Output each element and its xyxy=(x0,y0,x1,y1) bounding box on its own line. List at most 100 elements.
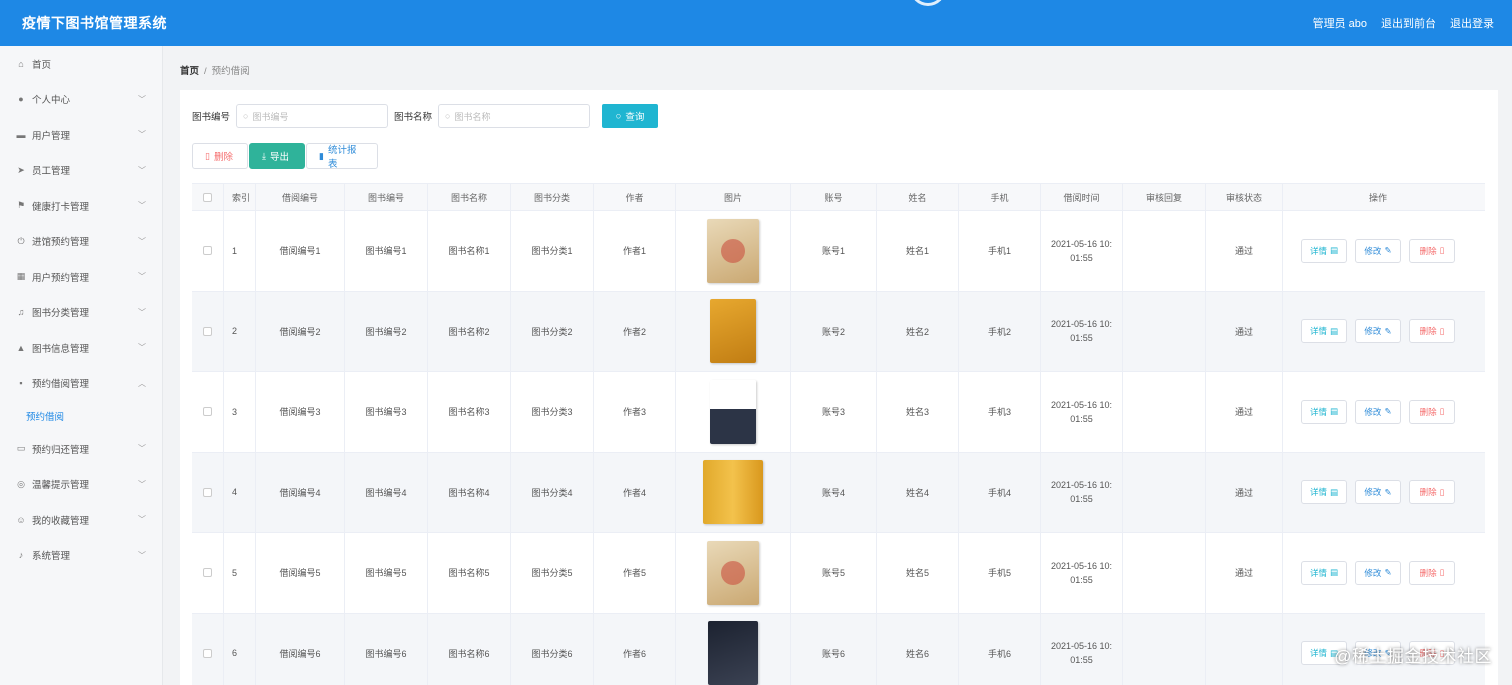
edit-button[interactable]: 修改 ✎ xyxy=(1355,319,1401,344)
cell-phone: 手机6 xyxy=(959,613,1041,685)
cell-account: 账号2 xyxy=(791,291,877,371)
chevron-down-icon: ﹀ xyxy=(138,515,146,524)
cell-book-no: 图书编号5 xyxy=(345,533,428,613)
delete-button[interactable]: 删除 ▯ xyxy=(1409,560,1455,585)
sidebar-item-1[interactable]: ● 个人中心 ﹀ xyxy=(0,82,162,118)
detail-button[interactable]: 详情 ▤ xyxy=(1301,560,1347,585)
admin-user-label[interactable]: 管理员 abo xyxy=(1313,15,1367,31)
cell-category: 图书分类6 xyxy=(511,613,594,685)
cell-reply xyxy=(1123,211,1206,291)
sidebar-item-label: 预约借阅管理 xyxy=(32,379,90,391)
book-name-label: 图书名称 xyxy=(394,112,433,123)
delete-button-label: 删除 xyxy=(1419,245,1437,256)
cell-status: 通过 xyxy=(1206,291,1283,371)
book-no-search-input[interactable]: ○ 图书编号 xyxy=(236,104,389,128)
edit-button[interactable]: 修改 ✎ xyxy=(1355,480,1401,505)
cell-idx: 1 xyxy=(224,211,256,291)
breadcrumb: 首页 / 预约借阅 xyxy=(180,63,250,77)
delete-button-label: 删除 xyxy=(1419,567,1437,578)
sidebar-item-2[interactable]: ▬ 用户管理 ﹀ xyxy=(0,117,162,153)
cell-operations: 详情 ▤ 修改 ✎ 删除 ▯ xyxy=(1283,372,1473,452)
column-header: 账号 xyxy=(791,184,877,210)
user-icon: ● xyxy=(18,94,24,105)
bulk-delete-button[interactable]: ▯ 删除 xyxy=(192,143,248,169)
cell-book-name: 图书名称2 xyxy=(428,291,511,371)
cell-author: 作者2 xyxy=(594,291,676,371)
row-checkbox[interactable] xyxy=(203,246,212,256)
sidebar-item-14[interactable]: ♪ 系统管理 ﹀ xyxy=(0,538,162,574)
cell-author: 作者4 xyxy=(594,452,676,532)
book-name-search-input[interactable]: ○ 图书名称 xyxy=(438,104,591,128)
cell-category: 图书分类5 xyxy=(511,533,594,613)
book-cover-image[interactable] xyxy=(707,540,759,605)
table-row: 6 借阅编号6 图书编号6 图书名称6 图书分类6 作者6 账号6 姓名6 手机6 2021-05… xyxy=(192,613,1485,685)
detail-button[interactable]: 详情 ▤ xyxy=(1301,480,1347,505)
cell-category: 图书分类2 xyxy=(511,291,594,371)
sidebar-item-11[interactable]: ▭ 预约归还管理 ﹀ xyxy=(0,431,162,467)
sidebar-subitem-10[interactable]: 预约借阅 xyxy=(0,401,162,431)
sidebar-item-5[interactable]: ⏻ 进馆预约管理 ﹀ xyxy=(0,224,162,260)
row-checkbox[interactable] xyxy=(203,487,212,497)
back-to-front-link[interactable]: 退出到前台 xyxy=(1381,15,1436,31)
delete-button[interactable]: 删除 ▯ xyxy=(1409,480,1455,505)
borrow-time-clock: 01:55 xyxy=(1070,333,1093,344)
delete-button[interactable]: 删除 ▯ xyxy=(1409,399,1455,424)
detail-button[interactable]: 详情 ▤ xyxy=(1301,238,1347,263)
borrow-time-date: 2021-05-16 10: xyxy=(1050,560,1113,571)
export-button[interactable]: ⤓ 导出 xyxy=(249,143,305,169)
cell-account: 账号6 xyxy=(791,613,877,685)
sidebar-item-8[interactable]: ▲ 图书信息管理 ﹀ xyxy=(0,330,162,366)
book-cover-image[interactable] xyxy=(707,218,759,283)
sidebar-item-13[interactable]: ☺ 我的收藏管理 ﹀ xyxy=(0,502,162,538)
cell-cover xyxy=(676,372,791,452)
sidebar-item-label: 图书信息管理 xyxy=(32,343,90,355)
sidebar-item-3[interactable]: ➤ 员工管理 ﹀ xyxy=(0,153,162,189)
select-all-checkbox[interactable] xyxy=(203,192,212,202)
edit-button[interactable]: 修改 ✎ xyxy=(1355,560,1401,585)
main-content: 首页 / 预约借阅 图书编号 ○ 图书编号 图书名称 ○ 图书名称 ○ 查询 ▯ 删… xyxy=(164,46,1512,685)
query-button[interactable]: ○ 查询 xyxy=(602,104,659,128)
stats-report-label: 统计报表 xyxy=(327,145,357,170)
book-cover-image[interactable] xyxy=(710,299,756,364)
book-cover-image[interactable] xyxy=(703,460,763,525)
edit-button[interactable]: 修改 ✎ xyxy=(1355,238,1401,263)
cell-borrow-time: 2021-05-16 10: 01:55 xyxy=(1041,211,1123,291)
bulk-delete-label: 删除 xyxy=(213,152,233,163)
book-cover-image[interactable] xyxy=(710,379,756,444)
table-header: 索引 借阅编号 图书编号 图书名称 图书分类 作者 图片 账号 姓名 手机 借阅时间 审核回复 审核状态… xyxy=(192,183,1485,211)
chevron-down-icon: ﹀ xyxy=(138,272,146,281)
borrow-time-clock: 01:55 xyxy=(1070,252,1093,263)
sidebar-item-12[interactable]: ◎ 温馨提示管理 ﹀ xyxy=(0,467,162,503)
trash-icon: ▯ xyxy=(1439,486,1445,497)
detail-button[interactable]: 详情 ▤ xyxy=(1301,319,1347,344)
logout-link[interactable]: 退出登录 xyxy=(1450,15,1494,31)
delete-button[interactable]: 删除 ▯ xyxy=(1409,238,1455,263)
sidebar-item-0[interactable]: ⌂ 首页 xyxy=(0,46,162,82)
breadcrumb-home[interactable]: 首页 xyxy=(180,66,199,77)
detail-button[interactable]: 详情 ▤ xyxy=(1301,399,1347,424)
cell-operations: 详情 ▤ 修改 ✎ 删除 ▯ xyxy=(1283,453,1473,533)
book-cover-image[interactable] xyxy=(708,621,758,685)
sidebar-item-9[interactable]: ▪ 预约借阅管理 ︿ xyxy=(0,366,162,402)
cell-phone: 手机3 xyxy=(959,372,1041,452)
sidebar-item-4[interactable]: ⚑ 健康打卡管理 ﹀ xyxy=(0,188,162,224)
sidebar-item-7[interactable]: ♫ 图书分类管理 ﹀ xyxy=(0,295,162,331)
delete-button[interactable]: 删除 ▯ xyxy=(1409,319,1455,344)
row-checkbox[interactable] xyxy=(203,568,212,578)
cell-reply xyxy=(1123,452,1206,532)
borrow-time-date: 2021-05-16 10: xyxy=(1050,399,1113,410)
stamp-icon: ▲ xyxy=(16,342,26,353)
cell-reply xyxy=(1123,291,1206,371)
edit-button[interactable]: 修改 ✎ xyxy=(1355,399,1401,424)
avatar[interactable] xyxy=(910,0,946,6)
chevron-down-icon: ﹀ xyxy=(138,165,146,175)
row-checkbox[interactable] xyxy=(203,326,212,336)
row-checkbox[interactable] xyxy=(203,648,212,658)
sidebar-item-label: 预约借阅 xyxy=(26,412,65,423)
borrow-table: 索引 借阅编号 图书编号 图书名称 图书分类 作者 图片 账号 姓名 手机 借阅时间 审核回复 审核状态… xyxy=(192,183,1485,685)
stats-report-button[interactable]: ▮ 统计报表 xyxy=(306,143,378,170)
bell-icon: ♫ xyxy=(17,307,25,318)
home-icon: ⌂ xyxy=(18,58,24,69)
sidebar-item-6[interactable]: ▦ 用户预约管理 ﹀ xyxy=(0,259,162,295)
row-checkbox[interactable] xyxy=(203,407,212,417)
